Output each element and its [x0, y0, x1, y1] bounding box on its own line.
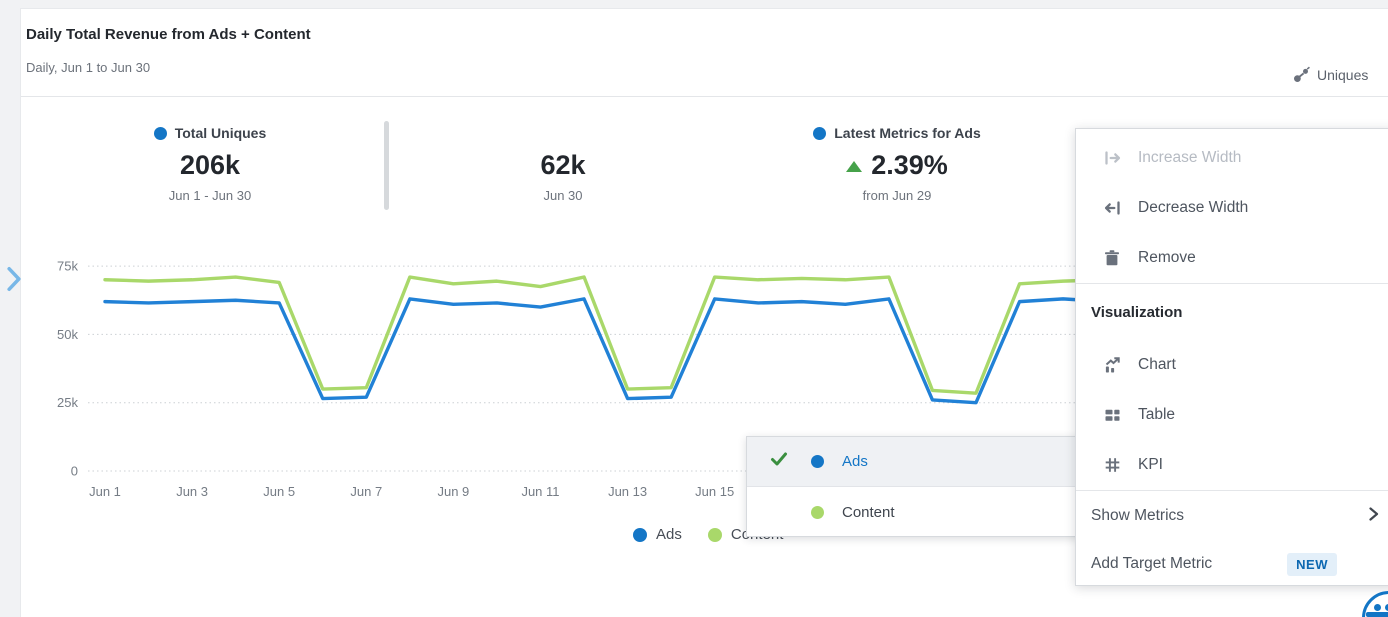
menu-item-label: Remove: [1138, 249, 1196, 267]
chevron-right-icon: [1366, 505, 1381, 528]
decrease-width-icon: [1101, 199, 1123, 217]
chart-icon: [1101, 356, 1123, 374]
menu-item-table[interactable]: Table: [1076, 390, 1388, 440]
series-dropdown: Ads Content: [746, 436, 1086, 537]
menu-item-kpi[interactable]: KPI: [1076, 440, 1388, 490]
content-series-dot-icon: [811, 506, 824, 519]
svg-text:50k: 50k: [57, 327, 78, 342]
series-option-ads[interactable]: Ads: [747, 437, 1085, 487]
svg-text:Jun 13: Jun 13: [608, 484, 647, 499]
help-bubble-eye-icon: [1374, 604, 1381, 611]
svg-text:Jun 9: Jun 9: [437, 484, 469, 499]
increase-width-icon: [1101, 149, 1123, 167]
menu-item-chart[interactable]: Chart: [1076, 340, 1388, 390]
ads-series-dot-icon: [633, 528, 647, 542]
svg-text:Jun 3: Jun 3: [176, 484, 208, 499]
menu-item-show-metrics[interactable]: Show Metrics: [1076, 491, 1388, 541]
series-option-label: Content: [842, 504, 895, 521]
legend-item-ads[interactable]: Ads: [633, 526, 682, 543]
menu-item-label: Add Target Metric: [1091, 555, 1212, 573]
menu-item-increase-width: Increase Width: [1076, 133, 1388, 183]
svg-text:Jun 1: Jun 1: [89, 484, 121, 499]
svg-text:25k: 25k: [57, 395, 78, 410]
dashboard-canvas: 0 25k 50k 75k Jun 1 Jun 3 Jun 5 Jun 7 Jun 9 Jun 1…: [0, 0, 1388, 617]
menu-item-label: KPI: [1138, 456, 1163, 474]
svg-text:Jun 5: Jun 5: [263, 484, 295, 499]
new-badge: NEW: [1287, 553, 1337, 576]
table-icon: [1101, 406, 1123, 424]
svg-text:0: 0: [71, 464, 78, 479]
svg-text:75k: 75k: [57, 259, 78, 274]
svg-text:Jun 7: Jun 7: [350, 484, 382, 499]
ads-series-dot-icon: [811, 455, 824, 468]
menu-item-remove[interactable]: Remove: [1076, 233, 1388, 283]
menu-item-label: Show Metrics: [1091, 507, 1184, 525]
menu-item-label: Decrease Width: [1138, 199, 1248, 217]
menu-item-label: Increase Width: [1138, 149, 1241, 167]
menu-item-label: Chart: [1138, 356, 1176, 374]
series-option-content[interactable]: Content: [747, 487, 1085, 537]
checkmark-icon: [769, 450, 789, 473]
series-option-label: Ads: [842, 453, 868, 470]
legend-label: Ads: [656, 526, 682, 543]
svg-text:Jun 15: Jun 15: [695, 484, 734, 499]
widget-context-menu: Increase Width Decrease Width Remove Vis…: [1075, 128, 1388, 586]
menu-item-decrease-width[interactable]: Decrease Width: [1076, 183, 1388, 233]
menu-section-visualization: Visualization: [1076, 284, 1388, 340]
menu-item-label: Table: [1138, 406, 1175, 424]
svg-text:Jun 11: Jun 11: [521, 484, 559, 499]
help-bubble-mouth-icon: [1366, 612, 1388, 617]
hash-icon: [1101, 456, 1123, 474]
trash-icon: [1101, 249, 1123, 267]
content-series-dot-icon: [708, 528, 722, 542]
menu-item-add-target-metric[interactable]: Add Target Metric NEW: [1076, 541, 1388, 587]
